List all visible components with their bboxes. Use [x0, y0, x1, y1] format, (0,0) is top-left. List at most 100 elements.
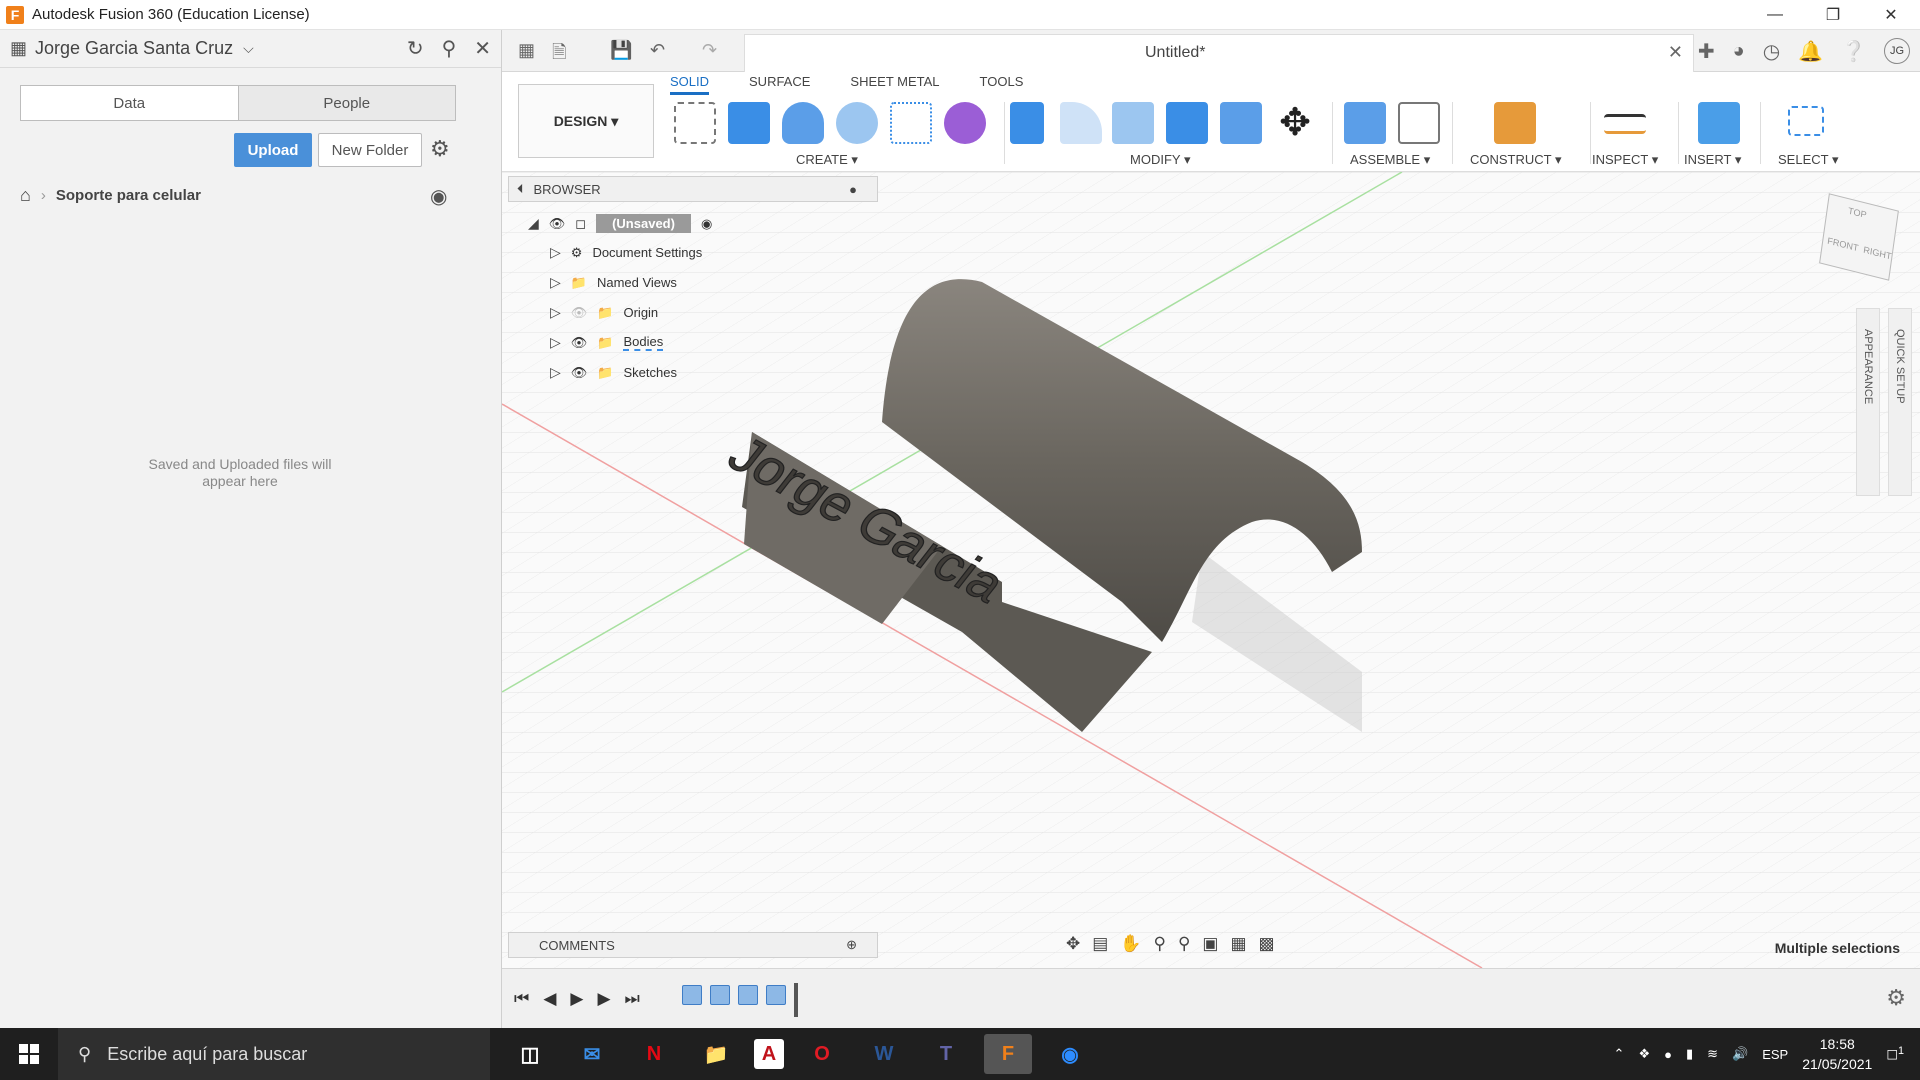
- browser-root[interactable]: ◢ 👁 ◻ (Unsaved) ◉: [528, 214, 712, 233]
- restore-button[interactable]: ❐: [1804, 0, 1862, 30]
- viewcube-top[interactable]: TOP: [1848, 206, 1868, 221]
- zoom-app-icon[interactable]: ◉: [1046, 1034, 1094, 1074]
- root-component-label[interactable]: (Unsaved): [596, 214, 691, 233]
- create-form-icon[interactable]: [944, 102, 986, 144]
- tab-data[interactable]: Data: [21, 86, 239, 120]
- new-folder-button[interactable]: New Folder: [318, 133, 422, 167]
- collapse-triangle-icon[interactable]: ◢: [528, 215, 539, 232]
- inspect-menu[interactable]: INSPECT ▾: [1592, 152, 1658, 168]
- microphone-icon[interactable]: ●: [1664, 1047, 1672, 1062]
- zoom-icon[interactable]: ⚲: [1153, 934, 1165, 954]
- offset-plane-icon[interactable]: [1494, 102, 1536, 144]
- notifications-icon[interactable]: 🔔: [1798, 39, 1823, 64]
- tab-solid[interactable]: SOLID: [670, 74, 710, 95]
- appearance-panel-toggle[interactable]: APPEARANCE: [1856, 308, 1880, 496]
- new-component-icon[interactable]: [1344, 102, 1386, 144]
- tab-surface[interactable]: SURFACE: [749, 74, 810, 95]
- extensions-icon[interactable]: ◕: [1733, 40, 1745, 63]
- add-comment-icon[interactable]: ⊕: [846, 937, 857, 953]
- timeline-settings-icon[interactable]: ⚙: [1886, 985, 1906, 1011]
- canvas-viewport[interactable]: Jorge Garcia ⏴ BROWSER ● ◢ 👁 ◻ (Unsaved)…: [502, 172, 1920, 968]
- eye-hidden-icon[interactable]: 👁: [571, 305, 588, 321]
- construct-menu[interactable]: CONSTRUCT ▾: [1470, 152, 1562, 168]
- select-icon[interactable]: [1788, 106, 1824, 136]
- browser-item-document-settings[interactable]: ▷ ⚙ Document Settings: [550, 244, 702, 261]
- show-hidden-icons[interactable]: ⌃: [1614, 1046, 1625, 1062]
- taskbar-search[interactable]: ⚲ Escribe aquí para buscar: [58, 1028, 490, 1080]
- viewcube-right[interactable]: RIGHT: [1863, 244, 1892, 261]
- browser-minus-icon[interactable]: ●: [849, 182, 857, 197]
- workspace-switcher[interactable]: DESIGN ▾: [518, 84, 654, 158]
- move-icon[interactable]: ✥: [1274, 102, 1316, 144]
- assemble-menu[interactable]: ASSEMBLE ▾: [1350, 152, 1430, 168]
- modify-menu[interactable]: MODIFY ▾: [1130, 152, 1190, 168]
- job-status-icon[interactable]: ◷: [1763, 39, 1780, 64]
- create-sketch-icon[interactable]: [674, 102, 716, 144]
- viewcube-front[interactable]: FRONT: [1827, 236, 1859, 254]
- expand-triangle-icon[interactable]: ▷: [550, 274, 561, 291]
- close-window-button[interactable]: ✕: [1862, 0, 1920, 30]
- language-indicator[interactable]: ESP: [1762, 1047, 1788, 1062]
- close-icon[interactable]: ✕: [474, 36, 491, 61]
- upload-button[interactable]: Upload: [234, 133, 312, 167]
- help-icon[interactable]: ❔: [1841, 39, 1866, 64]
- volume-icon[interactable]: 🔊: [1732, 1046, 1748, 1062]
- expand-triangle-icon[interactable]: ▷: [550, 334, 561, 351]
- offset-face-icon[interactable]: [1220, 102, 1262, 144]
- fillet-icon[interactable]: [1060, 102, 1102, 144]
- insert-menu[interactable]: INSERT ▾: [1684, 152, 1741, 168]
- look-at-icon[interactable]: ▤: [1092, 934, 1108, 954]
- browser-item-sketches[interactable]: ▷ 👁 📁 Sketches: [550, 364, 677, 381]
- refresh-icon[interactable]: ↻: [407, 36, 424, 61]
- viewports-icon[interactable]: ▩: [1259, 934, 1275, 954]
- battery-icon[interactable]: ▮: [1686, 1046, 1693, 1062]
- timeline-extrude-icon[interactable]: [766, 985, 786, 1005]
- notifications-icon[interactable]: ☐1: [1886, 1045, 1904, 1063]
- go-to-start-icon[interactable]: ⏮: [514, 989, 529, 1009]
- project-name[interactable]: Soporte para celular: [56, 187, 201, 204]
- hole-icon[interactable]: [836, 102, 878, 144]
- minimize-button[interactable]: —: [1746, 0, 1804, 30]
- browser-item-bodies[interactable]: ▷ 👁 📁 Bodies: [550, 334, 664, 351]
- avatar[interactable]: JG: [1884, 38, 1910, 64]
- quick-setup-panel-toggle[interactable]: QUICK SETUP: [1888, 308, 1912, 496]
- wifi-icon[interactable]: ≋: [1707, 1046, 1718, 1062]
- clock[interactable]: 18:58 21/05/2021: [1802, 1034, 1872, 1074]
- expand-triangle-icon[interactable]: ▷: [550, 364, 561, 381]
- new-tab-icon[interactable]: ✚: [1698, 39, 1715, 64]
- opera-icon[interactable]: O: [798, 1034, 846, 1074]
- word-icon[interactable]: W: [860, 1034, 908, 1074]
- redo-icon[interactable]: ↷: [702, 40, 717, 61]
- timeline-marker[interactable]: [794, 983, 798, 1017]
- netflix-icon[interactable]: N: [630, 1034, 678, 1074]
- display-settings-icon[interactable]: ▣: [1202, 934, 1218, 954]
- expand-triangle-icon[interactable]: ▷: [550, 244, 561, 261]
- teams-icon[interactable]: T: [922, 1034, 970, 1074]
- file-explorer-icon[interactable]: 📁: [692, 1034, 740, 1074]
- tab-sheet-metal[interactable]: SHEET METAL: [850, 74, 939, 95]
- tab-tools[interactable]: TOOLS: [980, 74, 1024, 95]
- step-forward-icon[interactable]: ▶: [597, 989, 610, 1009]
- timeline-sketch-icon[interactable]: [682, 985, 702, 1005]
- browser-panel-header[interactable]: ⏴ BROWSER ●: [508, 176, 878, 202]
- mail-icon[interactable]: ✉: [568, 1034, 616, 1074]
- start-button[interactable]: [0, 1028, 58, 1080]
- save-icon[interactable]: 💾: [610, 40, 632, 61]
- eye-icon[interactable]: 👁: [571, 335, 588, 351]
- measure-icon[interactable]: [1604, 114, 1646, 134]
- home-icon[interactable]: ⌂: [20, 185, 31, 206]
- browser-item-origin[interactable]: ▷ 👁 📁 Origin: [550, 304, 658, 321]
- comments-panel[interactable]: COMMENTS ⊕: [508, 932, 878, 958]
- timeline-sketch-icon[interactable]: [738, 985, 758, 1005]
- revolve-icon[interactable]: [782, 102, 824, 144]
- user-name-dropdown[interactable]: Jorge Garcia Santa Cruz: [35, 38, 233, 59]
- combine-icon[interactable]: [1166, 102, 1208, 144]
- chevron-down-icon[interactable]: ⌵: [243, 40, 254, 57]
- gear-icon[interactable]: ⚙: [430, 136, 450, 162]
- autocad-icon[interactable]: A: [754, 1039, 784, 1069]
- shell-icon[interactable]: [1112, 102, 1154, 144]
- orbit-icon[interactable]: ✥: [1066, 934, 1080, 954]
- eye-icon[interactable]: 👁: [571, 365, 588, 381]
- grid-settings-icon[interactable]: ▦: [1230, 934, 1246, 954]
- insert-image-icon[interactable]: [1698, 102, 1740, 144]
